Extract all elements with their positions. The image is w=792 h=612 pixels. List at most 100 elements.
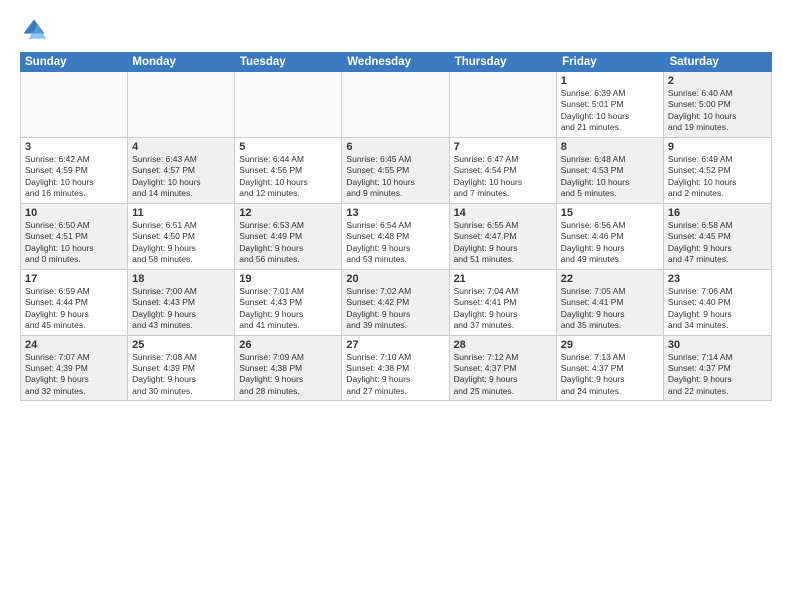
day-info: Sunrise: 6:48 AM Sunset: 4:53 PM Dayligh… [561, 154, 659, 200]
calendar: SundayMondayTuesdayWednesdayThursdayFrid… [20, 52, 772, 602]
day-info: Sunrise: 6:39 AM Sunset: 5:01 PM Dayligh… [561, 88, 659, 134]
day-number: 8 [561, 141, 659, 153]
calendar-cell: 14Sunrise: 6:55 AM Sunset: 4:47 PM Dayli… [450, 204, 557, 269]
calendar-cell: 17Sunrise: 6:59 AM Sunset: 4:44 PM Dayli… [21, 270, 128, 335]
calendar-cell: 6Sunrise: 6:45 AM Sunset: 4:55 PM Daylig… [342, 138, 449, 203]
day-number: 23 [668, 273, 767, 285]
calendar-cell: 25Sunrise: 7:08 AM Sunset: 4:39 PM Dayli… [128, 336, 235, 401]
day-number: 22 [561, 273, 659, 285]
calendar-week-row: 10Sunrise: 6:50 AM Sunset: 4:51 PM Dayli… [21, 204, 771, 270]
day-number: 5 [239, 141, 337, 153]
day-number: 27 [346, 339, 444, 351]
calendar-cell: 27Sunrise: 7:10 AM Sunset: 4:38 PM Dayli… [342, 336, 449, 401]
calendar-cell [342, 72, 449, 137]
calendar-cell [128, 72, 235, 137]
day-number: 25 [132, 339, 230, 351]
day-number: 19 [239, 273, 337, 285]
day-info: Sunrise: 6:53 AM Sunset: 4:49 PM Dayligh… [239, 220, 337, 266]
day-number: 15 [561, 207, 659, 219]
calendar-cell: 9Sunrise: 6:49 AM Sunset: 4:52 PM Daylig… [664, 138, 771, 203]
calendar-cell: 28Sunrise: 7:12 AM Sunset: 4:37 PM Dayli… [450, 336, 557, 401]
day-info: Sunrise: 7:00 AM Sunset: 4:43 PM Dayligh… [132, 286, 230, 332]
calendar-week-row: 24Sunrise: 7:07 AM Sunset: 4:39 PM Dayli… [21, 336, 771, 401]
day-info: Sunrise: 7:08 AM Sunset: 4:39 PM Dayligh… [132, 352, 230, 398]
day-number: 21 [454, 273, 552, 285]
day-info: Sunrise: 6:40 AM Sunset: 5:00 PM Dayligh… [668, 88, 767, 134]
day-number: 6 [346, 141, 444, 153]
calendar-week-row: 1Sunrise: 6:39 AM Sunset: 5:01 PM Daylig… [21, 72, 771, 138]
calendar-cell: 23Sunrise: 7:06 AM Sunset: 4:40 PM Dayli… [664, 270, 771, 335]
logo-icon [20, 16, 48, 44]
day-info: Sunrise: 6:43 AM Sunset: 4:57 PM Dayligh… [132, 154, 230, 200]
day-info: Sunrise: 7:14 AM Sunset: 4:37 PM Dayligh… [668, 352, 767, 398]
day-info: Sunrise: 6:54 AM Sunset: 4:48 PM Dayligh… [346, 220, 444, 266]
day-info: Sunrise: 7:06 AM Sunset: 4:40 PM Dayligh… [668, 286, 767, 332]
day-number: 17 [25, 273, 123, 285]
day-number: 14 [454, 207, 552, 219]
calendar-cell: 13Sunrise: 6:54 AM Sunset: 4:48 PM Dayli… [342, 204, 449, 269]
day-number: 12 [239, 207, 337, 219]
calendar-week-row: 17Sunrise: 6:59 AM Sunset: 4:44 PM Dayli… [21, 270, 771, 336]
day-number: 3 [25, 141, 123, 153]
day-info: Sunrise: 6:50 AM Sunset: 4:51 PM Dayligh… [25, 220, 123, 266]
day-info: Sunrise: 7:12 AM Sunset: 4:37 PM Dayligh… [454, 352, 552, 398]
day-number: 26 [239, 339, 337, 351]
day-info: Sunrise: 6:51 AM Sunset: 4:50 PM Dayligh… [132, 220, 230, 266]
day-number: 29 [561, 339, 659, 351]
calendar-header-cell: Saturday [665, 52, 772, 72]
calendar-cell: 12Sunrise: 6:53 AM Sunset: 4:49 PM Dayli… [235, 204, 342, 269]
calendar-cell: 18Sunrise: 7:00 AM Sunset: 4:43 PM Dayli… [128, 270, 235, 335]
day-info: Sunrise: 7:13 AM Sunset: 4:37 PM Dayligh… [561, 352, 659, 398]
calendar-cell: 26Sunrise: 7:09 AM Sunset: 4:38 PM Dayli… [235, 336, 342, 401]
logo [20, 16, 52, 44]
calendar-cell: 10Sunrise: 6:50 AM Sunset: 4:51 PM Dayli… [21, 204, 128, 269]
calendar-header-cell: Monday [127, 52, 234, 72]
day-info: Sunrise: 7:07 AM Sunset: 4:39 PM Dayligh… [25, 352, 123, 398]
calendar-header-cell: Wednesday [342, 52, 449, 72]
calendar-cell: 11Sunrise: 6:51 AM Sunset: 4:50 PM Dayli… [128, 204, 235, 269]
calendar-header-cell: Tuesday [235, 52, 342, 72]
calendar-header-cell: Friday [557, 52, 664, 72]
day-info: Sunrise: 6:59 AM Sunset: 4:44 PM Dayligh… [25, 286, 123, 332]
calendar-cell [450, 72, 557, 137]
calendar-cell: 20Sunrise: 7:02 AM Sunset: 4:42 PM Dayli… [342, 270, 449, 335]
day-number: 24 [25, 339, 123, 351]
calendar-cell: 24Sunrise: 7:07 AM Sunset: 4:39 PM Dayli… [21, 336, 128, 401]
day-number: 7 [454, 141, 552, 153]
calendar-cell: 15Sunrise: 6:56 AM Sunset: 4:46 PM Dayli… [557, 204, 664, 269]
calendar-cell: 19Sunrise: 7:01 AM Sunset: 4:43 PM Dayli… [235, 270, 342, 335]
calendar-header-cell: Sunday [20, 52, 127, 72]
calendar-cell [235, 72, 342, 137]
day-info: Sunrise: 6:45 AM Sunset: 4:55 PM Dayligh… [346, 154, 444, 200]
day-info: Sunrise: 6:49 AM Sunset: 4:52 PM Dayligh… [668, 154, 767, 200]
day-info: Sunrise: 7:01 AM Sunset: 4:43 PM Dayligh… [239, 286, 337, 332]
day-info: Sunrise: 6:58 AM Sunset: 4:45 PM Dayligh… [668, 220, 767, 266]
day-number: 18 [132, 273, 230, 285]
calendar-cell: 8Sunrise: 6:48 AM Sunset: 4:53 PM Daylig… [557, 138, 664, 203]
day-info: Sunrise: 6:55 AM Sunset: 4:47 PM Dayligh… [454, 220, 552, 266]
day-info: Sunrise: 6:47 AM Sunset: 4:54 PM Dayligh… [454, 154, 552, 200]
day-number: 11 [132, 207, 230, 219]
day-number: 16 [668, 207, 767, 219]
day-number: 2 [668, 75, 767, 87]
calendar-header-cell: Thursday [450, 52, 557, 72]
calendar-cell: 1Sunrise: 6:39 AM Sunset: 5:01 PM Daylig… [557, 72, 664, 137]
calendar-cell: 30Sunrise: 7:14 AM Sunset: 4:37 PM Dayli… [664, 336, 771, 401]
day-number: 28 [454, 339, 552, 351]
page: SundayMondayTuesdayWednesdayThursdayFrid… [0, 0, 792, 612]
day-number: 1 [561, 75, 659, 87]
day-info: Sunrise: 7:10 AM Sunset: 4:38 PM Dayligh… [346, 352, 444, 398]
calendar-cell: 7Sunrise: 6:47 AM Sunset: 4:54 PM Daylig… [450, 138, 557, 203]
calendar-cell: 4Sunrise: 6:43 AM Sunset: 4:57 PM Daylig… [128, 138, 235, 203]
day-info: Sunrise: 7:02 AM Sunset: 4:42 PM Dayligh… [346, 286, 444, 332]
day-number: 13 [346, 207, 444, 219]
calendar-cell: 2Sunrise: 6:40 AM Sunset: 5:00 PM Daylig… [664, 72, 771, 137]
day-info: Sunrise: 6:56 AM Sunset: 4:46 PM Dayligh… [561, 220, 659, 266]
calendar-cell: 5Sunrise: 6:44 AM Sunset: 4:56 PM Daylig… [235, 138, 342, 203]
day-info: Sunrise: 6:44 AM Sunset: 4:56 PM Dayligh… [239, 154, 337, 200]
day-number: 4 [132, 141, 230, 153]
calendar-cell: 29Sunrise: 7:13 AM Sunset: 4:37 PM Dayli… [557, 336, 664, 401]
header [20, 16, 772, 44]
calendar-cell [21, 72, 128, 137]
day-info: Sunrise: 7:04 AM Sunset: 4:41 PM Dayligh… [454, 286, 552, 332]
